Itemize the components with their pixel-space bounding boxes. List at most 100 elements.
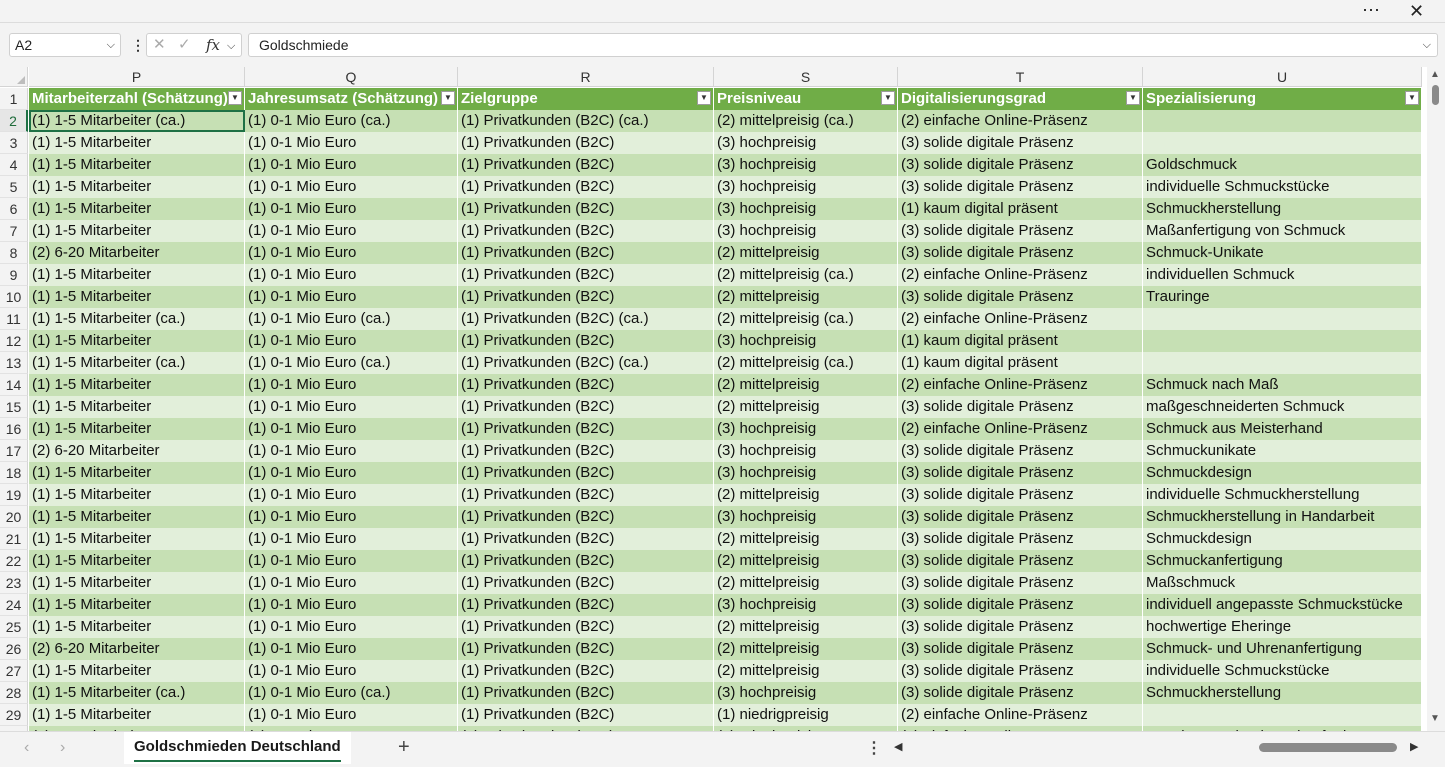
table-cell[interactable]: (3) solide digitale Präsenz [898, 176, 1143, 198]
table-cell[interactable]: Schmuck aus Meisterhand [1143, 418, 1422, 440]
table-cell[interactable]: (1) Privatkunden (B2C) [458, 638, 714, 660]
table-cell[interactable]: (1) 0-1 Mio Euro [245, 572, 458, 594]
table-cell[interactable]: (2) einfache Online-Präsenz [898, 110, 1143, 132]
column-header[interactable]: T [898, 67, 1143, 87]
row-header[interactable]: 15 [0, 396, 28, 418]
header-cell[interactable]: Spezialisierung ▼ [1143, 88, 1422, 110]
table-cell[interactable]: (3) solide digitale Präsenz [898, 528, 1143, 550]
row-header[interactable]: 11 [0, 308, 28, 330]
vertical-scroll-thumb[interactable] [1432, 85, 1439, 105]
table-cell[interactable]: Goldschmuck [1143, 154, 1422, 176]
table-cell[interactable]: (1) 0-1 Mio Euro [245, 176, 458, 198]
sheet-tab[interactable]: Goldschmieden Deutschland [124, 732, 351, 764]
table-cell[interactable]: (1) 1-5 Mitarbeiter [29, 594, 245, 616]
table-cell[interactable]: (3) hochpreisig [714, 506, 898, 528]
vertical-dots-icon[interactable]: ⋮ [866, 738, 882, 758]
row-header[interactable]: 3 [0, 132, 28, 154]
table-cell[interactable]: (1) 1-5 Mitarbeiter [29, 550, 245, 572]
table-cell[interactable]: (1) kaum digital präsent [898, 198, 1143, 220]
table-cell[interactable]: (1) 0-1 Mio Euro [245, 616, 458, 638]
table-cell[interactable]: (3) solide digitale Präsenz [898, 616, 1143, 638]
filter-dropdown-icon[interactable]: ▼ [1126, 91, 1140, 105]
table-cell[interactable]: (2) mittelpreisig [714, 374, 898, 396]
table-cell[interactable]: individuell angepasste Schmuckstücke [1143, 594, 1422, 616]
scroll-up-icon[interactable]: ▲ [1430, 69, 1440, 80]
table-cell[interactable]: (1) 0-1 Mio Euro [245, 594, 458, 616]
table-cell[interactable]: (2) einfache Online-Präsenz [898, 704, 1143, 726]
row-header[interactable]: 26 [0, 638, 28, 660]
table-cell[interactable]: (1) 1-5 Mitarbeiter [29, 220, 245, 242]
add-sheet-icon[interactable]: + [398, 736, 410, 759]
table-cell[interactable]: (2) 6-20 Mitarbeiter [29, 242, 245, 264]
column-header[interactable]: P [29, 67, 245, 87]
table-cell[interactable]: (1) 1-5 Mitarbeiter [29, 418, 245, 440]
table-cell[interactable]: (3) solide digitale Präsenz [898, 440, 1143, 462]
row-header[interactable]: 21 [0, 528, 28, 550]
row-header[interactable]: 17 [0, 440, 28, 462]
table-cell[interactable]: (1) Privatkunden (B2C) [458, 462, 714, 484]
row-header[interactable]: 23 [0, 572, 28, 594]
table-cell[interactable]: Schmuck nach Maß [1143, 374, 1422, 396]
row-header[interactable]: 12 [0, 330, 28, 352]
table-cell[interactable] [1143, 330, 1422, 352]
table-cell[interactable]: maßgeschneiderten Schmuck [1143, 396, 1422, 418]
table-cell[interactable]: (1) 0-1 Mio Euro [245, 264, 458, 286]
table-cell[interactable]: Schmuckunikate [1143, 440, 1422, 462]
row-header[interactable]: 4 [0, 154, 28, 176]
filter-dropdown-icon[interactable]: ▼ [881, 91, 895, 105]
row-header[interactable]: 14 [0, 374, 28, 396]
table-cell[interactable]: (1) Privatkunden (B2C) [458, 660, 714, 682]
table-cell[interactable]: (1) 1-5 Mitarbeiter [29, 198, 245, 220]
table-cell[interactable]: (1) 0-1 Mio Euro [245, 484, 458, 506]
table-cell[interactable]: (1) kaum digital präsent [898, 352, 1143, 374]
table-cell[interactable]: (1) 0-1 Mio Euro [245, 418, 458, 440]
header-cell[interactable]: Preisniveau ▼ [714, 88, 898, 110]
table-cell[interactable]: (1) 1-5 Mitarbeiter (ca.) [29, 682, 245, 704]
header-cell[interactable]: Jahresumsatz (Schätzung) ▼ [245, 88, 458, 110]
table-cell[interactable]: (1) Privatkunden (B2C) [458, 220, 714, 242]
chevron-down-icon[interactable]: ⌵ [227, 36, 235, 56]
row-header[interactable]: 20 [0, 506, 28, 528]
table-cell[interactable]: (1) 1-5 Mitarbeiter [29, 506, 245, 528]
table-cell[interactable]: (1) 1-5 Mitarbeiter [29, 484, 245, 506]
horizontal-scroll-thumb[interactable] [1259, 743, 1397, 752]
table-cell[interactable]: (1) Privatkunden (B2C) [458, 396, 714, 418]
table-cell[interactable]: (3) solide digitale Präsenz [898, 286, 1143, 308]
table-cell[interactable]: (2) mittelpreisig [714, 550, 898, 572]
table-cell[interactable]: (2) mittelpreisig [714, 484, 898, 506]
table-cell[interactable]: (1) Privatkunden (B2C) [458, 616, 714, 638]
table-cell[interactable]: (1) 1-5 Mitarbeiter [29, 154, 245, 176]
table-cell[interactable]: (2) mittelpreisig [714, 286, 898, 308]
chevron-down-icon[interactable]: ⌵ [107, 34, 115, 56]
table-cell[interactable]: (3) hochpreisig [714, 440, 898, 462]
table-cell[interactable]: (3) solide digitale Präsenz [898, 638, 1143, 660]
table-cell[interactable]: individuelle Schmuckstücke [1143, 660, 1422, 682]
table-cell[interactable]: (1) 0-1 Mio Euro [245, 242, 458, 264]
table-cell[interactable]: Schmuckanfertigung [1143, 550, 1422, 572]
scroll-left-icon[interactable]: ◀ [894, 740, 902, 753]
table-cell[interactable]: (1) 0-1 Mio Euro [245, 374, 458, 396]
table-cell[interactable]: (1) 0-1 Mio Euro [245, 330, 458, 352]
table-cell[interactable]: (1) 0-1 Mio Euro (ca.) [245, 352, 458, 374]
row-header[interactable]: 25 [0, 616, 28, 638]
row-header[interactable]: 7 [0, 220, 28, 242]
table-cell[interactable]: (2) 6-20 Mitarbeiter [29, 638, 245, 660]
table-cell[interactable]: (1) 0-1 Mio Euro [245, 440, 458, 462]
table-cell[interactable]: (1) 0-1 Mio Euro [245, 286, 458, 308]
table-cell[interactable]: (1) Privatkunden (B2C) [458, 176, 714, 198]
table-cell[interactable]: (1) 0-1 Mio Euro [245, 704, 458, 726]
table-cell[interactable]: (2) einfache Online-Präsenz [898, 374, 1143, 396]
table-cell[interactable] [1143, 352, 1422, 374]
table-cell[interactable]: (1) 1-5 Mitarbeiter (ca.) [29, 352, 245, 374]
table-cell[interactable]: (1) Privatkunden (B2C) [458, 528, 714, 550]
table-cell[interactable]: (1) 1-5 Mitarbeiter [29, 330, 245, 352]
table-cell[interactable]: (1) 0-1 Mio Euro [245, 396, 458, 418]
table-cell[interactable]: (1) kaum digital präsent [898, 330, 1143, 352]
column-header[interactable]: U [1143, 67, 1422, 87]
table-cell[interactable]: (1) 1-5 Mitarbeiter [29, 374, 245, 396]
table-cell[interactable]: (3) hochpreisig [714, 132, 898, 154]
table-cell[interactable]: (1) 0-1 Mio Euro (ca.) [245, 110, 458, 132]
table-cell[interactable] [1143, 308, 1422, 330]
table-cell[interactable]: (1) 0-1 Mio Euro [245, 154, 458, 176]
previous-sheet-icon[interactable]: ‹ [24, 739, 29, 757]
